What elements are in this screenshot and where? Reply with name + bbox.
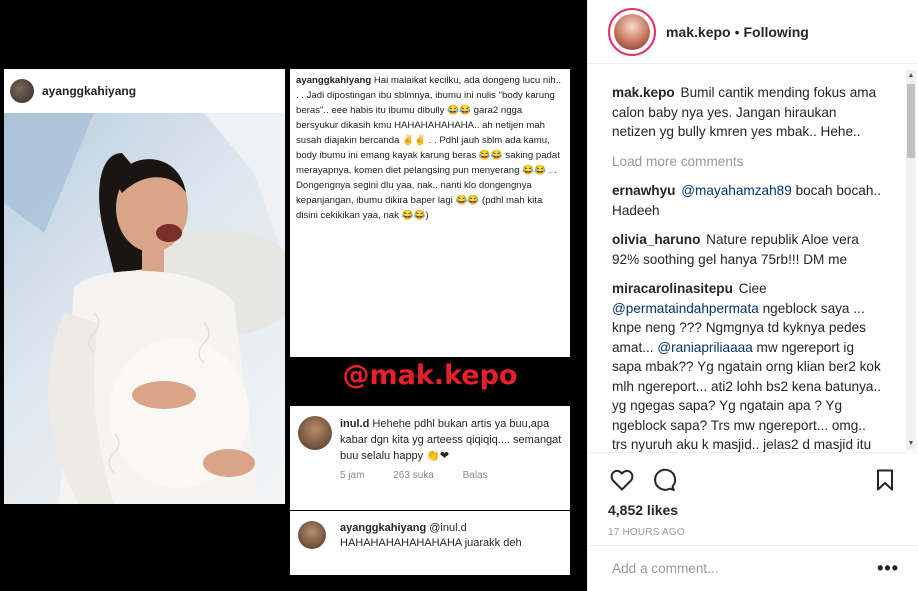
avatar <box>298 416 332 450</box>
photo-card-username: ayanggkahiyang <box>42 84 137 98</box>
pregnant-woman-illustration <box>4 113 285 504</box>
comment-card-username: inul.d <box>340 418 370 430</box>
scroll-up-arrow-icon[interactable]: ▲ <box>906 70 916 82</box>
screenshot-photo-card: ayanggkahiyang <box>4 69 285 504</box>
reply-card-mention: @inul.d <box>429 522 467 534</box>
following-button[interactable]: Following <box>744 24 809 40</box>
comment-bubble-icon[interactable] <box>650 466 678 494</box>
caption-card-text: Hai malaikat kecilku, ada dongeng lucu n… <box>296 75 562 221</box>
comments-scrollbar[interactable]: ▲ ▼ <box>906 70 916 450</box>
comment-card-reply: Balas <box>462 470 488 481</box>
comment-mention[interactable]: @permataindahpermata <box>612 301 759 316</box>
caption-card-username: ayanggkahiyang <box>296 75 372 86</box>
comments-list[interactable]: mak.kepo Bumil cantik mending fokus ama … <box>588 65 918 452</box>
scroll-down-arrow-icon[interactable]: ▼ <box>906 438 916 450</box>
list-item: ernawhyu @mayahamzah89 bocah bocah.. Had… <box>612 181 883 220</box>
post-header: mak.kepo • Following <box>588 0 918 64</box>
header-separator: • <box>734 23 740 40</box>
comment-username[interactable]: ernawhyu <box>612 183 675 198</box>
comment-username[interactable]: miracarolinasitepu <box>612 281 733 296</box>
list-item: miracarolinasitepu Ciee @permataindahper… <box>612 279 883 452</box>
avatar <box>298 521 326 549</box>
post-actions: 4,852 likes 17 HOURS AGO <box>588 452 918 542</box>
load-more-comments-link[interactable]: Load more comments <box>612 152 883 172</box>
pregnant-woman-photo <box>4 113 285 504</box>
photo-card-header: ayanggkahiyang <box>4 69 285 113</box>
add-comment-bar: ••• <box>588 545 918 591</box>
reply-card-text: HAHAHAHAHAHAHAHA juarakk deh <box>340 537 522 549</box>
watermark-logo: @mak.kepo <box>342 360 518 391</box>
caption-comment: mak.kepo Bumil cantik mending fokus ama … <box>612 83 883 142</box>
bookmark-icon[interactable] <box>871 466 899 494</box>
comment-mention[interactable]: @mayahamzah89 <box>681 183 792 198</box>
comment-text: mw ngereport ig sapa mbak?? Yg ngatain o… <box>612 339 882 453</box>
heart-icon[interactable] <box>608 466 636 494</box>
comment-text: Ciee <box>738 281 767 296</box>
post-image[interactable]: ayanggkahiyang ayanggkahiyang Hai malaik… <box>0 0 587 591</box>
comment-input[interactable] <box>612 561 878 576</box>
more-options-icon[interactable]: ••• <box>877 558 899 579</box>
list-item: olivia_haruno Nature republik Aloe vera … <box>612 230 883 269</box>
comment-card-text: Hehehe pdhl bukan artis ya buu,apa kabar… <box>340 418 562 462</box>
comment-username[interactable]: mak.kepo <box>612 85 675 100</box>
post-timestamp[interactable]: 17 HOURS AGO <box>608 527 903 538</box>
comment-card-likes: 263 suka <box>393 470 434 481</box>
reply-screenshot-card: ayanggkahiyang @inul.d HAHAHAHAHAHAHAHA … <box>290 511 570 575</box>
comment-card-meta: 5 jam 263 suka Balas <box>298 468 562 484</box>
profile-avatar[interactable] <box>608 7 656 56</box>
comment-mention[interactable]: @raniapriliaaaa <box>657 340 752 355</box>
likes-count[interactable]: 4,852 likes <box>608 502 903 518</box>
comment-screenshot-card: inul.d Hehehe pdhl bukan artis ya buu,ap… <box>290 406 570 510</box>
header-username[interactable]: mak.kepo <box>666 24 731 40</box>
post-side-panel: mak.kepo • Following mak.kepo Bumil cant… <box>587 0 918 591</box>
scrollbar-thumb[interactable] <box>907 84 915 158</box>
reply-card-username: ayanggkahiyang <box>340 522 427 534</box>
comment-card-age: 5 jam <box>340 470 365 481</box>
caption-screenshot-card: ayanggkahiyang Hai malaikat kecilku, ada… <box>290 69 570 357</box>
comment-username[interactable]: olivia_haruno <box>612 232 700 247</box>
avatar <box>10 79 34 103</box>
